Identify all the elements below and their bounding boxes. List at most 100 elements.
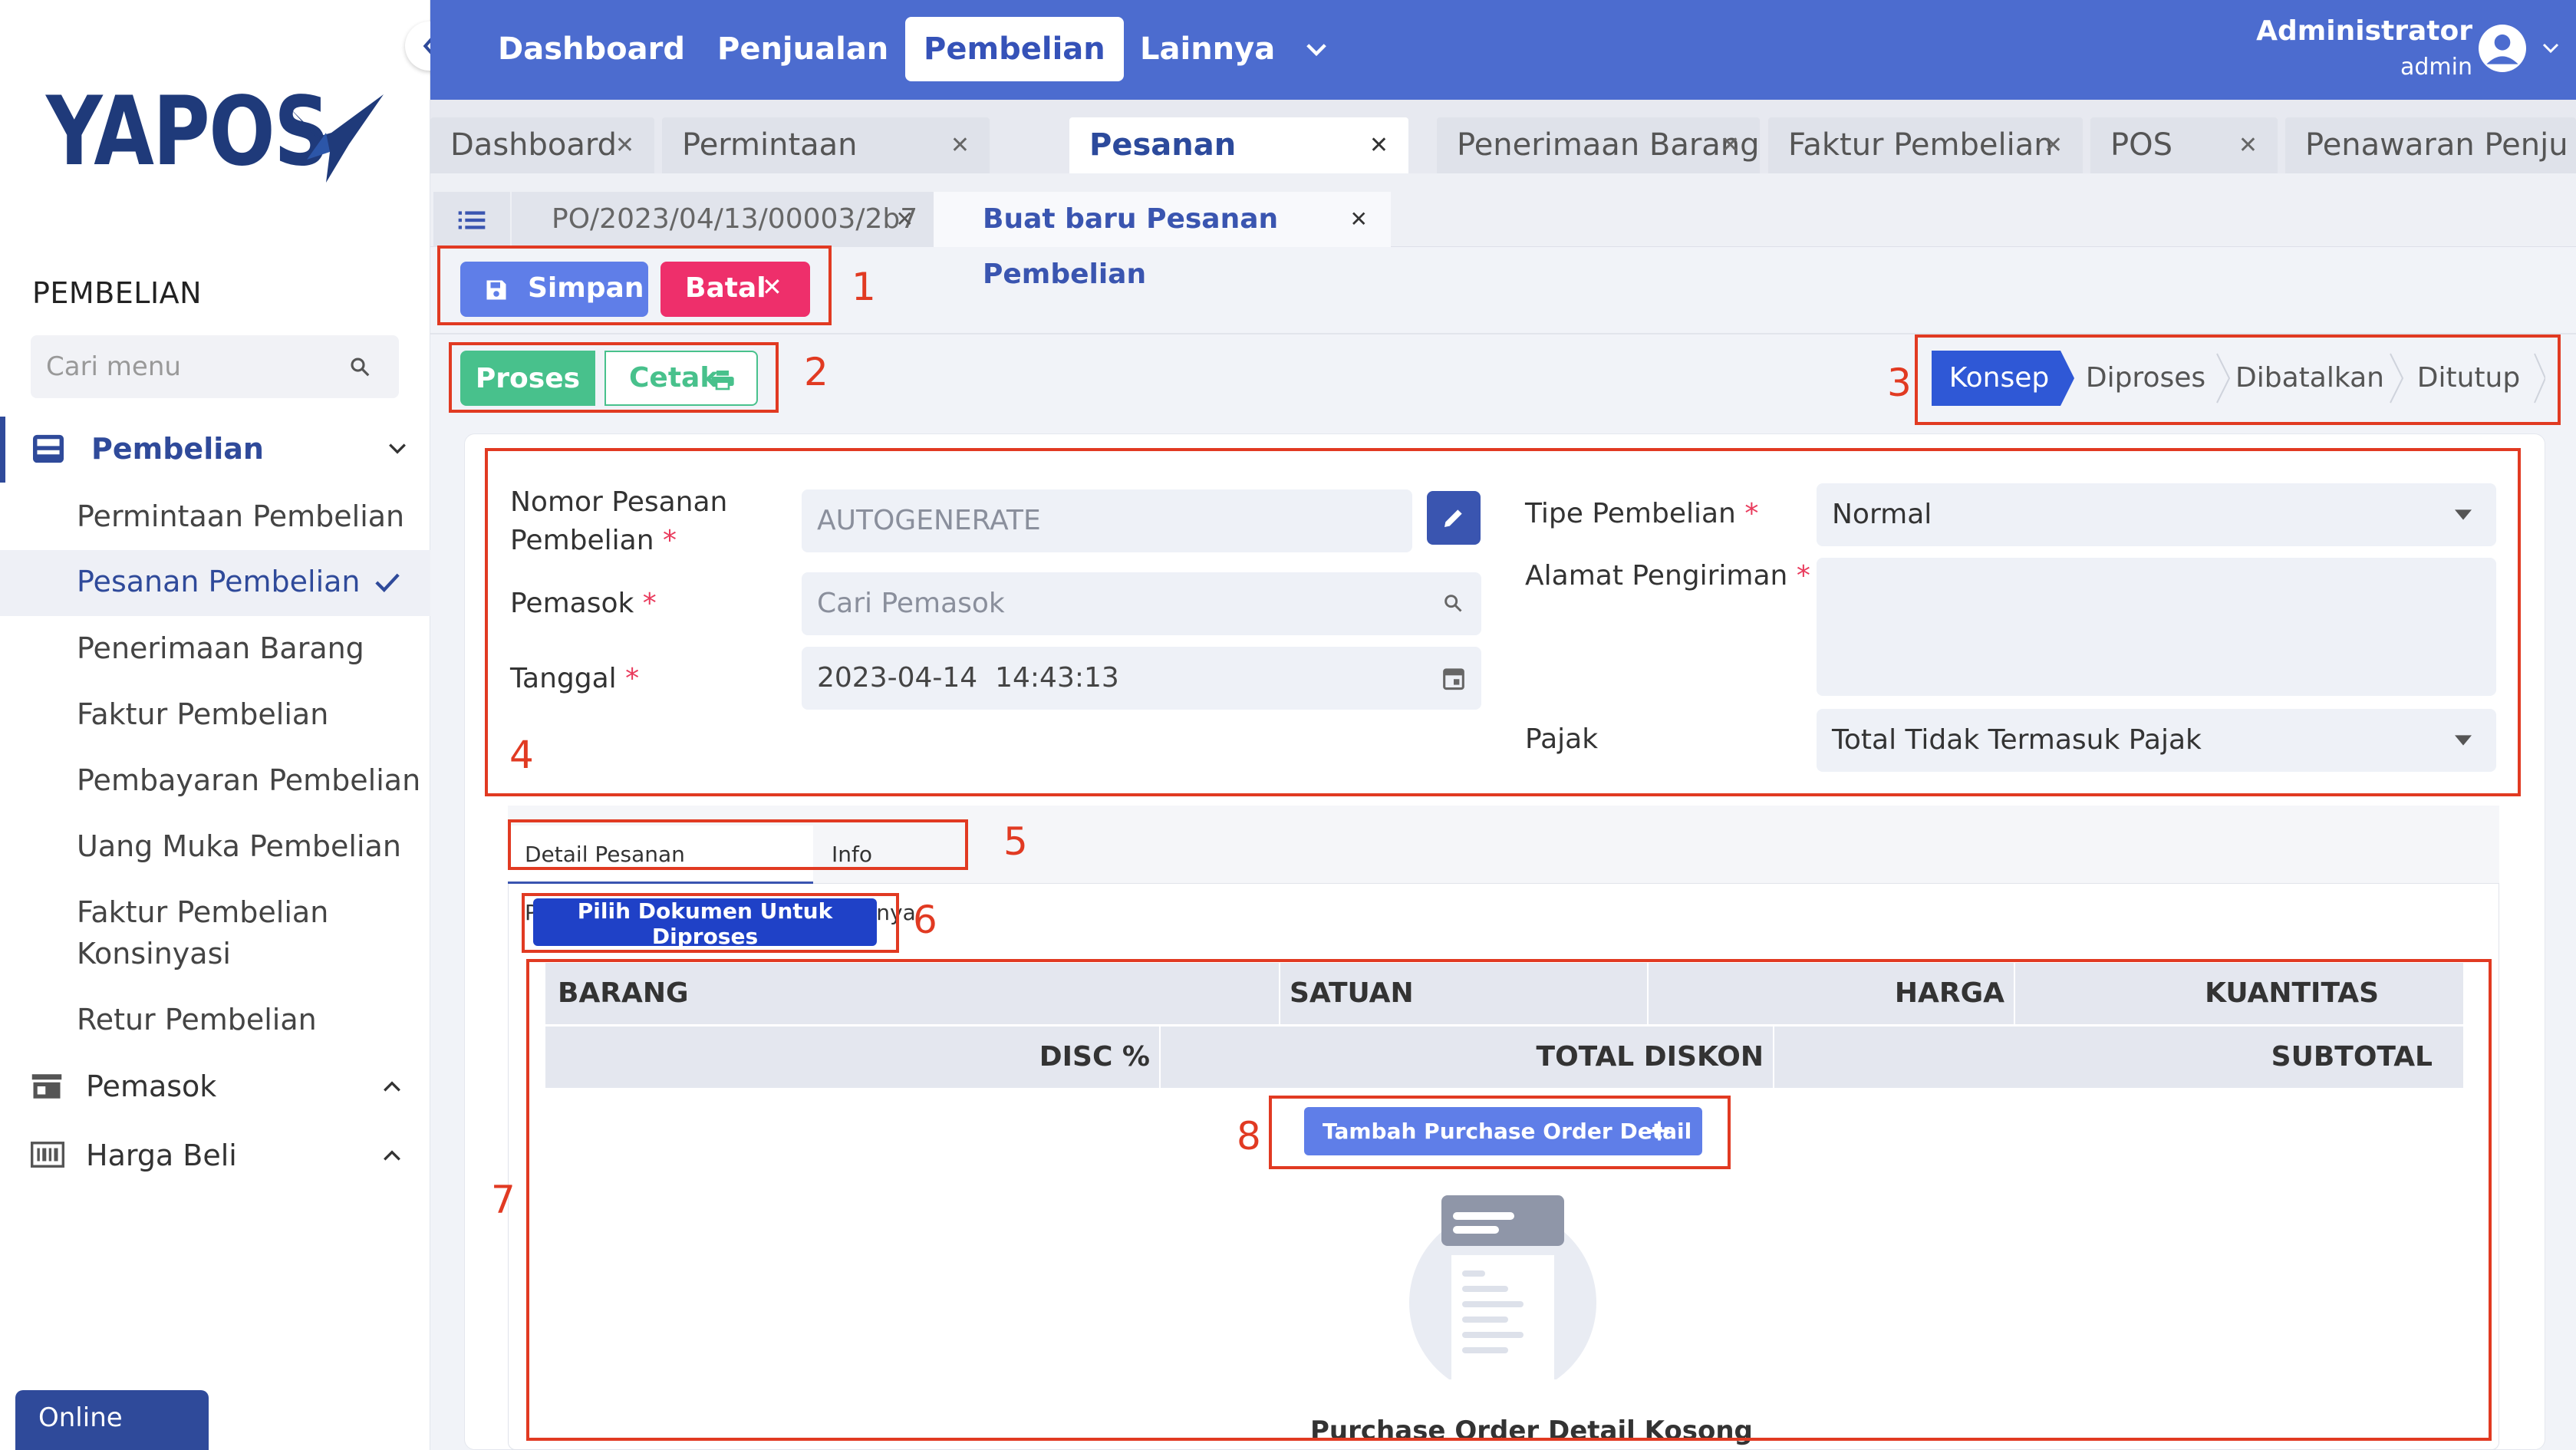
sidebar-item-retur[interactable]: Retur Pembelian	[0, 988, 430, 1051]
close-icon[interactable]: ✕	[2238, 117, 2258, 173]
pajak-select[interactable]: Total Tidak Termasuk Pajak	[1817, 709, 2496, 772]
tab-detail-pesanan[interactable]: Detail Pesanan Pembelian	[508, 826, 813, 925]
tanggal-label: Tanggal *	[510, 660, 639, 698]
col-harga[interactable]: HARGA	[1649, 963, 2015, 1024]
tab-label: Penerimaan Barang	[1457, 127, 1760, 163]
sidebar-item-penerimaan[interactable]: Penerimaan Barang	[0, 617, 430, 680]
tab-permintaan-pembelian[interactable]: Permintaan Pembelian✕	[662, 117, 990, 219]
plus-icon	[1649, 1121, 1669, 1141]
tab-buat-baru[interactable]: Buat baru Pesanan Pembelian ✕	[934, 192, 1391, 290]
nav-lainnya[interactable]: Lainnya	[1122, 17, 1293, 81]
step-diproses[interactable]: Diproses	[2074, 351, 2217, 406]
cancel-button[interactable]: Batal ✕	[660, 262, 810, 317]
add-detail-button[interactable]: Tambah Purchase Order Detail	[1304, 1107, 1702, 1155]
col-total-diskon[interactable]: TOTAL DISKON	[1161, 1027, 1774, 1088]
tanggal-field[interactable]: 2023-04-14 14:43:13	[802, 647, 1481, 710]
tab-penerimaan-barang[interactable]: Penerimaan Barang ✕	[1437, 117, 1760, 173]
search-icon[interactable]	[1442, 592, 1464, 614]
tab-label: PO/2023/04/13/00003/2b7	[552, 203, 918, 235]
tab-info-lainnya[interactable]: Info Lainnya	[815, 826, 964, 925]
print-button[interactable]: Cetak	[604, 351, 758, 406]
sidebar-item-label: Pesanan Pembelian	[77, 565, 361, 598]
edit-number-button[interactable]	[1427, 491, 1481, 545]
step-ditutup[interactable]: Ditutup	[2403, 351, 2535, 406]
nomor-label-line1: Nomor Pesanan	[510, 486, 728, 518]
tab-label: Faktur Pembelian	[1788, 127, 2054, 163]
close-icon[interactable]: ✕	[2044, 117, 2063, 173]
alamat-textarea[interactable]	[1817, 558, 2496, 696]
print-button-label: Cetak	[629, 362, 719, 394]
add-detail-button-label: Tambah Purchase Order Detail	[1323, 1119, 1692, 1144]
required-marker: *	[662, 525, 677, 556]
sidebar-item-faktur-konsinyasi[interactable]: Faktur Pembelian Konsinyasi	[0, 881, 430, 980]
sidebar-item-permintaan[interactable]: Permintaan Pembelian	[0, 485, 430, 548]
tab-dashboard[interactable]: Dashboard ✕	[430, 117, 654, 173]
tab-pos[interactable]: POS ✕	[2090, 117, 2278, 173]
chevron-down-icon[interactable]	[1305, 41, 1328, 58]
chevron-down-icon[interactable]	[2541, 41, 2560, 55]
tipe-select[interactable]: Normal	[1817, 483, 2496, 546]
search-icon[interactable]	[348, 355, 371, 378]
sidebar-search[interactable]	[31, 335, 399, 398]
sidebar-item-pesanan[interactable]: Pesanan Pembelian	[0, 550, 430, 616]
step-konsep[interactable]: Konsep	[1932, 351, 2067, 406]
tab-pesanan-pembelian[interactable]: Pesanan Pembelian✕	[1069, 117, 1408, 219]
sidebar-item-faktur[interactable]: Faktur Pembelian	[0, 683, 430, 746]
top-navbar: Dashboard Penjualan Pembelian Lainnya Ad…	[430, 0, 2576, 100]
bird-logo-icon	[288, 94, 384, 183]
document-tabbar: PO/2023/04/13/00003/2b7 ✕ Buat baru Pesa…	[430, 173, 2576, 290]
sidebar-group-pemasok[interactable]: Pemasok	[0, 1054, 430, 1120]
search-input[interactable]	[31, 335, 399, 398]
col-subtotal[interactable]: SUBTOTAL	[1774, 1027, 2463, 1088]
col-kuantitas[interactable]: KUANTITAS	[2015, 963, 2463, 1024]
close-icon[interactable]: ✕	[615, 117, 634, 173]
alamat-label: Alamat Pengiriman *	[1525, 557, 1810, 595]
sidebar-item-pembayaran[interactable]: Pembayaran Pembelian	[0, 749, 430, 812]
nav-dashboard[interactable]: Dashboard	[479, 17, 703, 81]
tanggal-label-text: Tanggal	[510, 663, 617, 694]
calendar-icon[interactable]	[1442, 666, 1465, 690]
close-icon[interactable]: ✕	[1369, 117, 1388, 173]
sidebar-group-label: Pemasok	[86, 1069, 217, 1103]
pick-document-button[interactable]: Pilih Dokumen Untuk Diproses	[533, 898, 877, 949]
cancel-button-label: Batal	[685, 272, 766, 304]
dropdown-arrow-icon[interactable]	[2455, 509, 2472, 520]
chevron-down-icon	[389, 443, 406, 454]
annotation-number-5: 5	[1003, 819, 1028, 864]
sidebar-item-label: Penerimaan Barang	[77, 631, 364, 665]
tipe-label-text: Tipe Pembelian	[1525, 498, 1736, 529]
user-avatar-icon[interactable]	[2479, 25, 2526, 72]
col-barang[interactable]: BARANG	[545, 963, 1280, 1024]
col-disc[interactable]: DISC %	[545, 1027, 1161, 1088]
process-button[interactable]: Proses	[460, 351, 595, 406]
sidebar-item-label: Uang Muka Pembelian	[77, 829, 401, 863]
sidebar-group-label: Harga Beli	[86, 1139, 237, 1172]
required-marker: *	[625, 663, 640, 694]
close-icon[interactable]: ✕	[896, 192, 914, 247]
sidebar-item-label: Faktur Pembelian	[77, 697, 329, 731]
sidebar-group-pembelian[interactable]: Pembelian	[0, 417, 430, 483]
close-icon[interactable]: ✕	[950, 117, 970, 173]
nav-pembelian[interactable]: Pembelian	[905, 17, 1124, 81]
dropdown-arrow-icon[interactable]	[2455, 735, 2472, 746]
save-button[interactable]: Simpan	[460, 262, 648, 317]
tab-list-button[interactable]	[433, 192, 510, 247]
online-status-button[interactable]: Online	[15, 1390, 209, 1450]
main-tabbar: Dashboard✕ Permintaan Pembelian✕ Pesanan…	[430, 100, 2576, 219]
tab-faktur-pembelian[interactable]: Faktur Pembelian ✕	[1768, 117, 2083, 173]
close-icon[interactable]: ✕	[1350, 192, 1368, 247]
col-satuan[interactable]: SATUAN	[1280, 963, 1649, 1024]
nomor-label-line2: Pembelian *	[510, 522, 677, 560]
sidebar-group-harga-beli[interactable]: Harga Beli	[0, 1123, 430, 1189]
step-dibatalkan[interactable]: Dibatalkan	[2229, 351, 2390, 406]
pemasok-search-field[interactable]: Cari Pemasok	[802, 572, 1481, 635]
nav-penjualan[interactable]: Penjualan	[699, 17, 907, 81]
tab-penawaran-penjualan[interactable]: Penawaran Penju	[2285, 117, 2576, 173]
close-icon[interactable]: ✕	[1721, 117, 1740, 173]
user-role: admin	[2400, 54, 2472, 81]
barcode-icon	[31, 1142, 64, 1168]
toolbar-divider	[430, 333, 2576, 334]
nomor-field[interactable]: AUTOGENERATE	[802, 489, 1412, 552]
tab-po-document[interactable]: PO/2023/04/13/00003/2b7 ✕	[512, 192, 934, 247]
sidebar-item-uang-muka[interactable]: Uang Muka Pembelian	[0, 815, 430, 878]
